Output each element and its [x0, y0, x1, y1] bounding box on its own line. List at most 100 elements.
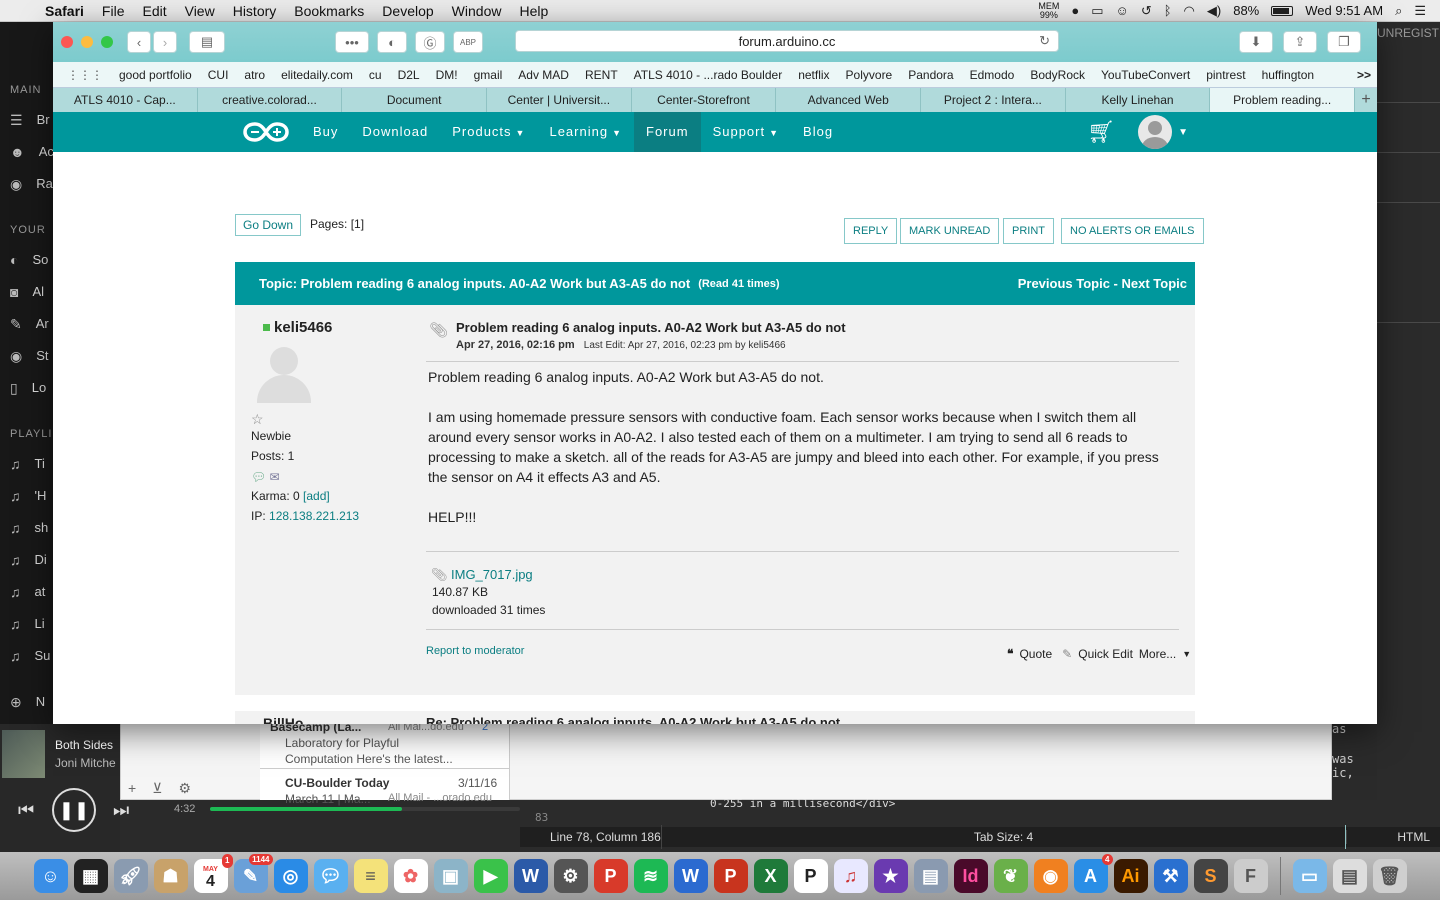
spotlight-search-icon[interactable]: ⌕ [1395, 3, 1402, 19]
zoom-window-button[interactable] [101, 36, 113, 48]
bookmark[interactable]: gmail [466, 68, 511, 82]
now-playing-artist[interactable]: Joni Mitche [55, 756, 116, 770]
mail-sender[interactable]: CU-Boulder Today [285, 776, 389, 790]
bookmark[interactable]: CUI [200, 68, 237, 82]
bookmark[interactable]: RENT [577, 68, 626, 82]
processing-icon[interactable]: P [793, 859, 828, 893]
menu-view[interactable]: View [176, 3, 224, 19]
close-window-button[interactable] [61, 36, 73, 48]
cart-icon[interactable]: 🛒︎ [1087, 119, 1116, 145]
playlist-item[interactable]: ♫ Ti [10, 456, 45, 472]
reload-icon[interactable]: ↻ [1039, 33, 1050, 49]
accessibility-icon[interactable]: ☺ [1116, 3, 1129, 18]
spotify-item[interactable]: ✎ Ar [10, 316, 49, 333]
pinterest-icon[interactable]: P [593, 859, 628, 893]
excel-icon[interactable]: X [753, 859, 788, 893]
gear-icon[interactable]: ⚙ [178, 780, 191, 797]
launchpad-icon[interactable]: 🚀︎ [113, 859, 148, 893]
finder-icon[interactable]: ☺ [33, 859, 68, 893]
arduino-logo[interactable] [243, 121, 293, 143]
caret-down-icon[interactable]: ▼ [1178, 127, 1189, 138]
nav-forum[interactable]: Forum [634, 112, 701, 152]
bookmark[interactable]: Adv MAD [510, 68, 577, 82]
pause-button[interactable]: ❚❚ [52, 788, 96, 832]
illustrator-icon[interactable]: Ai [1113, 859, 1148, 893]
volume-icon[interactable]: ◀) [1207, 3, 1221, 19]
archive-icon[interactable]: ⊻ [152, 780, 162, 797]
mark-unread-button[interactable]: MARK UNREAD [900, 218, 1000, 244]
top-sites-grid-icon[interactable]: ⋮⋮⋮ [53, 68, 111, 82]
post-author[interactable]: keli5466 [263, 319, 332, 336]
image-capture-icon[interactable]: ▤ [913, 859, 948, 893]
vlc-icon[interactable]: ◉ [1033, 859, 1068, 893]
airplay-icon[interactable]: ▭ [1091, 3, 1103, 19]
bookmark[interactable]: DM! [428, 68, 466, 82]
menu-develop[interactable]: Develop [373, 3, 442, 19]
bookmark[interactable]: BodyRock [1022, 68, 1093, 82]
browser-tab[interactable]: creative.colorad... [198, 88, 343, 112]
xcode-icon[interactable]: ⚒ [1153, 859, 1188, 893]
bookmark[interactable]: atro [236, 68, 273, 82]
powerpoint-icon[interactable]: P [713, 859, 748, 893]
contacts-icon[interactable]: ☗ [153, 859, 188, 893]
menu-bookmarks[interactable]: Bookmarks [285, 3, 373, 19]
post-author[interactable]: BillHo [263, 715, 303, 724]
forward-button[interactable]: › [153, 31, 177, 53]
extensions-button[interactable]: ••• [335, 31, 369, 53]
facetime-icon[interactable]: ▶ [473, 859, 508, 893]
prev-next-topic-links[interactable]: Previous Topic - Next Topic [1018, 276, 1187, 291]
leaf-app-icon[interactable]: ❦ [993, 859, 1028, 893]
nav-download[interactable]: Download [350, 112, 440, 152]
browser-tab-active[interactable]: Problem reading... [1210, 88, 1356, 112]
post-title[interactable]: Problem reading 6 analog inputs. A0-A2 W… [456, 320, 846, 335]
spotify-item[interactable]: ☻ Ac [10, 144, 54, 160]
ip-link[interactable]: 128.138.221.213 [269, 509, 359, 523]
extension-button[interactable]: ◐ [377, 31, 407, 53]
previous-track-icon[interactable]: ⏮ [18, 800, 34, 821]
notification-center-icon[interactable]: ☰ [1414, 3, 1426, 19]
more-bookmarks-icon[interactable]: >> [1357, 68, 1377, 82]
minimize-window-button[interactable] [81, 36, 93, 48]
word-icon[interactable]: W [513, 859, 548, 893]
creative-cloud-icon[interactable]: ● [1071, 3, 1079, 18]
playlist-item[interactable]: ♫ Di [10, 552, 47, 568]
playlist-item[interactable]: ♫ 'H [10, 488, 46, 504]
bookmark[interactable]: ATLS 4010 - ...rado Boulder [626, 68, 791, 82]
iphoto-icon[interactable]: ▣ [433, 859, 468, 893]
bookmark[interactable]: cu [361, 68, 390, 82]
new-playlist-button[interactable]: ⊕ N [10, 694, 45, 711]
battery-percent[interactable]: 88% [1233, 3, 1259, 18]
bookmark[interactable]: Polyvore [838, 68, 901, 82]
bookmark[interactable]: D2L [390, 68, 428, 82]
bookmark[interactable]: elitedaily.com [273, 68, 361, 82]
user-avatar[interactable] [1138, 115, 1173, 149]
post-title[interactable]: Re: Problem reading 6 analog inputs. A0-… [426, 715, 840, 724]
safari-icon[interactable]: ◎ [273, 859, 308, 893]
spotify-item[interactable]: ◉ Ra [10, 176, 53, 193]
indesign-icon[interactable]: Id [953, 859, 988, 893]
bookmark[interactable]: netflix [790, 68, 837, 82]
bookmark[interactable]: YouTubeConvert [1093, 68, 1198, 82]
now-playing-track[interactable]: Both Sides [55, 738, 113, 752]
browser-tab[interactable]: ATLS 4010 - Cap... [53, 88, 198, 112]
quick-edit-button[interactable]: Quick Edit [1078, 647, 1133, 661]
tab-size[interactable]: Tab Size: 4 [660, 825, 1347, 849]
menu-file[interactable]: File [93, 3, 134, 19]
system-preferences-icon[interactable]: ⚙ [553, 859, 588, 893]
menu-history[interactable]: History [224, 3, 286, 19]
menu-app-name[interactable]: Safari [36, 3, 93, 19]
browser-tab[interactable]: Kelly Linehan [1066, 88, 1211, 112]
downloads-button[interactable]: ⬇ [1239, 31, 1273, 53]
address-bar[interactable]: forum.arduino.cc ↻ [515, 30, 1059, 52]
spotify-item[interactable]: ◙ Al [10, 284, 44, 300]
more-button[interactable]: More... [1139, 647, 1176, 661]
trash-icon[interactable]: 🗑︎ [1372, 859, 1407, 893]
menu-edit[interactable]: Edit [133, 3, 175, 19]
extension-button[interactable]: Ⓖ [415, 31, 445, 53]
spotify-item[interactable]: ☰ Br [10, 112, 50, 129]
battery-icon[interactable] [1271, 5, 1294, 16]
downloads-stack-icon[interactable]: ▤ [1332, 859, 1367, 893]
itunes-icon[interactable]: ♫ [833, 859, 868, 893]
pagination[interactable]: Pages: [1] [310, 217, 364, 231]
go-down-button[interactable]: Go Down [235, 214, 302, 236]
